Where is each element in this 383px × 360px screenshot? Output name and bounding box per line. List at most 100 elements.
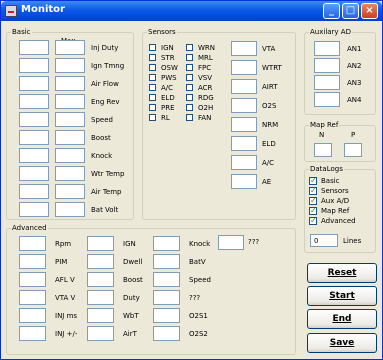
advanced-field[interactable] — [19, 272, 46, 287]
basic-value-field[interactable] — [19, 76, 49, 91]
sensor-indicator — [186, 104, 193, 111]
advanced-field[interactable] — [153, 272, 180, 287]
lines-input[interactable]: 0 — [310, 234, 338, 247]
advanced-field[interactable] — [153, 326, 180, 341]
advanced-field[interactable] — [153, 308, 180, 323]
advanced-group: Advanced Rpm PIM AFL V VTA V INJ ms INJ +/- IG… — [6, 224, 296, 355]
aux-label: AN4 — [347, 96, 362, 104]
sensor-label: MRL — [198, 54, 213, 62]
basic-label: Boost — [91, 134, 111, 142]
sensor-field[interactable] — [231, 117, 257, 132]
sensor-field-label: WTRT — [262, 64, 282, 72]
maximize-button[interactable]: □ — [342, 3, 359, 19]
basic-value-field[interactable] — [19, 94, 49, 109]
sensor-label: PWS — [161, 74, 177, 82]
basic-max-field[interactable] — [55, 40, 85, 55]
sensor-label: STR — [161, 54, 175, 62]
minimize-button[interactable]: _ — [323, 3, 340, 19]
sensor-indicator — [149, 64, 156, 71]
basic-value-field[interactable] — [19, 130, 49, 145]
sensor-field[interactable] — [231, 98, 257, 113]
basic-label: Air Temp — [91, 188, 122, 196]
basic-max-field[interactable] — [55, 112, 85, 127]
basic-max-field[interactable] — [55, 130, 85, 145]
sensor-indicator — [149, 94, 156, 101]
mapref-p-field[interactable] — [344, 143, 362, 157]
datalog-checkbox[interactable]: ✓ — [309, 187, 317, 195]
basic-max-field[interactable] — [55, 202, 85, 217]
reset-button[interactable]: Reset — [307, 263, 377, 283]
advanced-field[interactable] — [19, 308, 46, 323]
sensor-label: VSV — [198, 74, 213, 82]
advanced-label: O2S1 — [189, 312, 208, 320]
sensor-field[interactable] — [231, 174, 257, 189]
mapref-legend: Map Ref — [309, 121, 340, 129]
basic-max-field[interactable] — [55, 76, 85, 91]
advanced-label: AirT — [123, 330, 137, 338]
advanced-field[interactable] — [153, 290, 180, 305]
end-button[interactable]: End — [307, 309, 377, 329]
datalog-checkbox[interactable]: ✓ — [309, 217, 317, 225]
basic-value-field[interactable] — [19, 166, 49, 181]
save-button[interactable]: Save — [307, 333, 377, 353]
basic-max-field[interactable] — [55, 94, 85, 109]
advanced-field[interactable] — [87, 272, 114, 287]
advanced-field[interactable] — [87, 290, 114, 305]
title-bar[interactable]: Monitor _ □ × — [1, 1, 382, 21]
start-button[interactable]: Start — [307, 286, 377, 306]
aux-field[interactable] — [314, 92, 340, 107]
basic-value-field[interactable] — [19, 112, 49, 127]
datalog-legend: DataLogs — [309, 165, 344, 173]
basic-value-field[interactable] — [19, 58, 49, 73]
advanced-field[interactable] — [19, 326, 46, 341]
advanced-field[interactable] — [19, 236, 46, 251]
sensor-field[interactable] — [231, 79, 257, 94]
advanced-field[interactable] — [87, 326, 114, 341]
advanced-label: Duty — [123, 294, 140, 302]
aux-field[interactable] — [314, 41, 340, 56]
mapref-n-field[interactable] — [314, 143, 332, 157]
basic-max-field[interactable] — [55, 184, 85, 199]
aux-field[interactable] — [314, 58, 340, 73]
advanced-field[interactable] — [87, 254, 114, 269]
sensor-field-label: A/C — [262, 159, 275, 167]
sensor-label: ACR — [198, 84, 213, 92]
basic-value-field[interactable] — [19, 202, 49, 217]
aux-label: AN2 — [347, 62, 362, 70]
datalog-checkbox[interactable]: ✓ — [309, 197, 317, 205]
advanced-field[interactable] — [19, 254, 46, 269]
sensor-field[interactable] — [231, 136, 257, 151]
basic-label: Eng Rev — [91, 98, 120, 106]
sensor-indicator — [149, 84, 156, 91]
sensor-indicator — [186, 114, 193, 121]
sensor-field-label: VTA — [262, 45, 276, 53]
advanced-field[interactable] — [19, 290, 46, 305]
datalog-checkbox[interactable]: ✓ — [309, 177, 317, 185]
sensor-label: RL — [161, 114, 170, 122]
sensor-field[interactable] — [231, 41, 257, 56]
basic-value-field[interactable] — [19, 184, 49, 199]
advanced-field[interactable] — [87, 236, 114, 251]
close-button[interactable]: × — [361, 3, 378, 19]
basic-max-field[interactable] — [55, 166, 85, 181]
monitor-window: Monitor _ □ × Basic Max Inj DutyIgn Tmng… — [0, 0, 383, 360]
datalog-label: Map Ref — [321, 207, 350, 215]
sensor-field-label: O2S — [262, 102, 277, 110]
advanced-extra-field[interactable] — [218, 235, 244, 250]
basic-label: Ign Tmng — [91, 62, 125, 70]
aux-field[interactable] — [314, 75, 340, 90]
aux-legend: Auxilary AD — [309, 28, 352, 36]
basic-value-field[interactable] — [19, 40, 49, 55]
basic-max-field[interactable] — [55, 58, 85, 73]
sensor-indicator — [186, 84, 193, 91]
advanced-field[interactable] — [153, 254, 180, 269]
advanced-field[interactable] — [87, 308, 114, 323]
sensor-field[interactable] — [231, 60, 257, 75]
basic-label: Air Flow — [91, 80, 119, 88]
basic-value-field[interactable] — [19, 148, 49, 163]
sensor-field[interactable] — [231, 155, 257, 170]
advanced-field[interactable] — [153, 236, 180, 251]
datalog-checkbox[interactable]: ✓ — [309, 207, 317, 215]
basic-max-field[interactable] — [55, 148, 85, 163]
sensor-indicator — [186, 44, 193, 51]
